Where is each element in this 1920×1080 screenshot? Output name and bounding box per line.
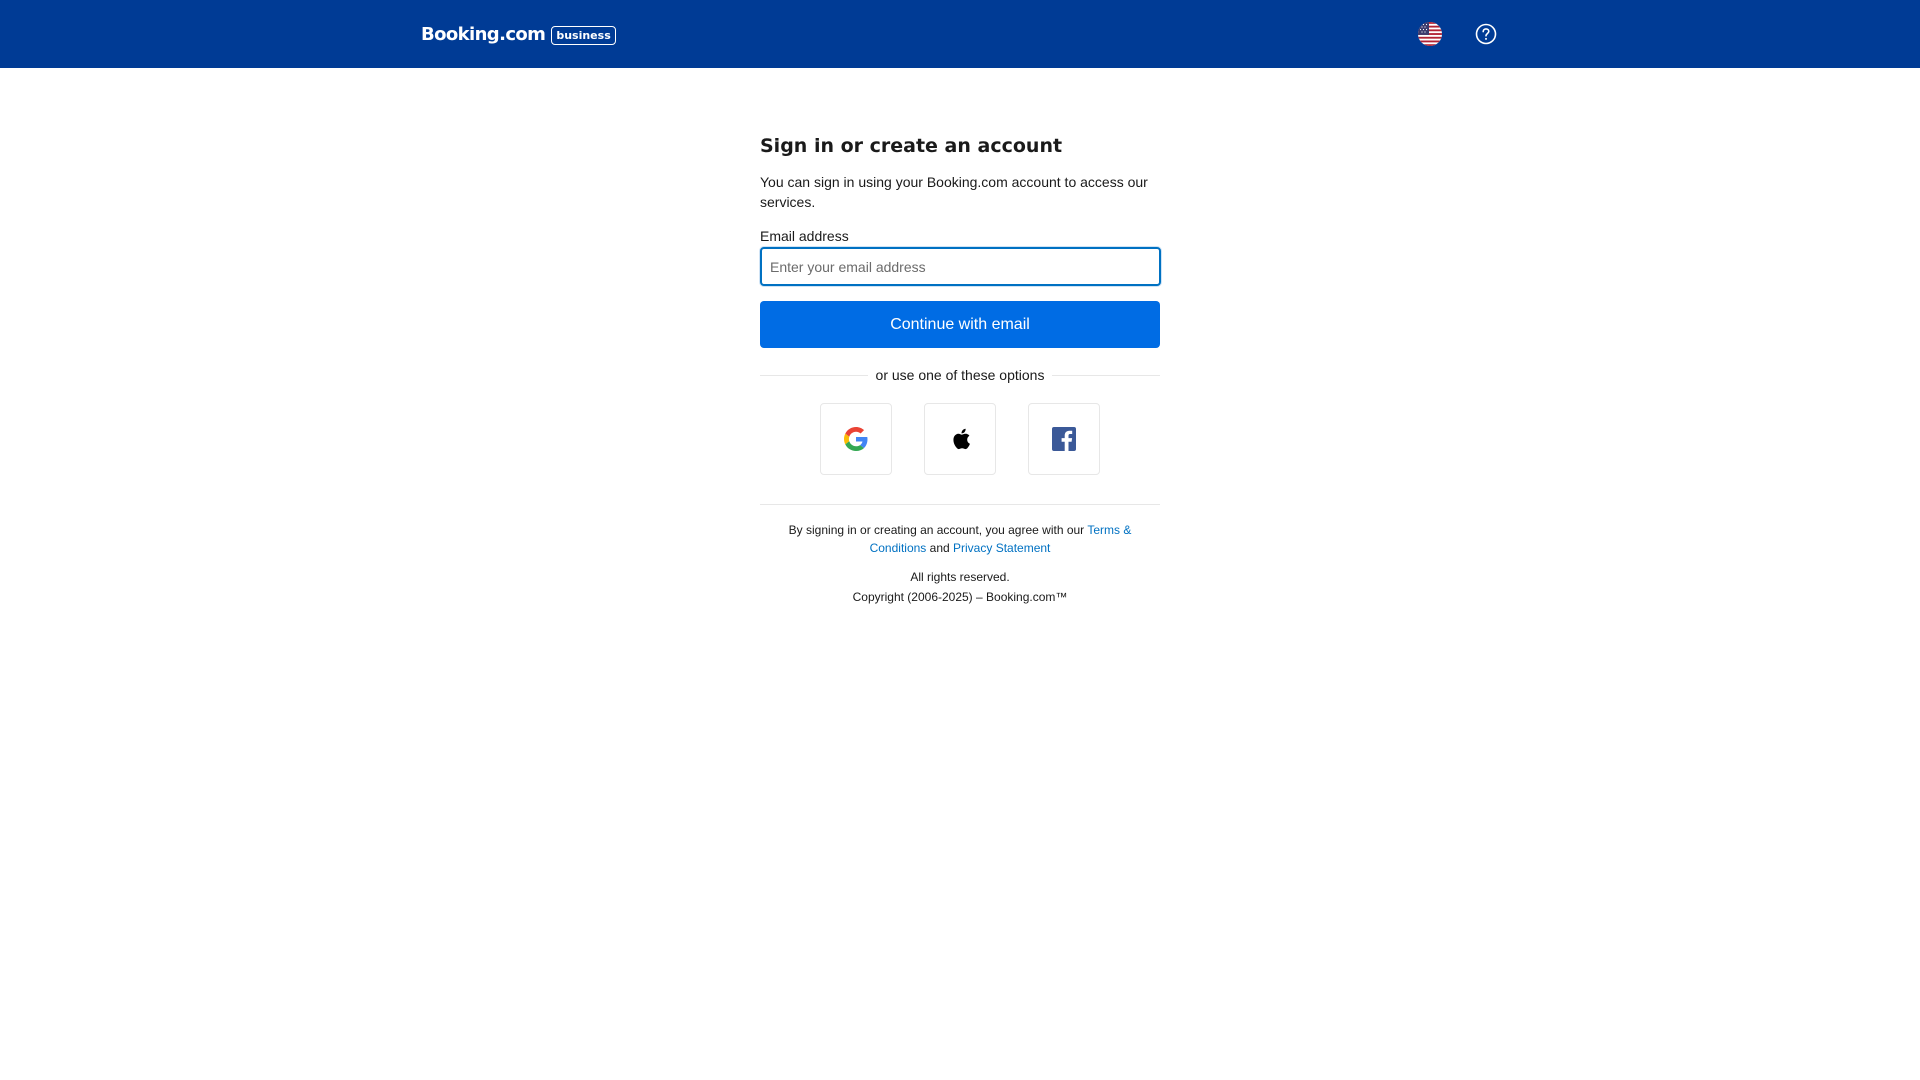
signin-description: You can sign in using your Booking.com a…: [760, 174, 1148, 210]
copyright-block: All rights reserved. Copyright (2006-202…: [760, 567, 1160, 607]
signin-panel: Sign in or create an account You can sig…: [760, 132, 1161, 607]
language-selector-button[interactable]: [1416, 20, 1444, 48]
google-icon: [844, 427, 868, 451]
google-signin-button[interactable]: [820, 403, 892, 475]
and-text: and: [929, 541, 950, 555]
email-field[interactable]: [760, 247, 1161, 286]
divider-line-left: [760, 374, 868, 376]
brand-name: Booking.com: [421, 24, 546, 45]
booking-business-logo[interactable]: Booking.com business: [421, 24, 616, 46]
rights-text: All rights reserved.: [910, 570, 1010, 584]
email-label: Email address: [760, 228, 849, 244]
facebook-icon: [1052, 427, 1076, 451]
divider-line-right: [1052, 374, 1160, 376]
business-badge: business: [551, 25, 616, 45]
privacy-statement-link[interactable]: Privacy Statement: [953, 541, 1050, 555]
help-button[interactable]: [1472, 20, 1500, 48]
social-signin-options: [760, 403, 1160, 475]
top-header: Booking.com business: [0, 0, 1920, 68]
agreement-text: By signing in or creating an account, yo…: [788, 523, 1085, 537]
legal-divider: [760, 504, 1160, 505]
page-title: Sign in or create an account: [760, 135, 1063, 157]
apple-signin-button[interactable]: [924, 403, 996, 475]
copyright-text: Copyright (2006-2025) – Booking.com™: [852, 590, 1068, 604]
legal-agreement: By signing in or creating an account, yo…: [760, 521, 1160, 557]
options-divider: or use one of these options: [760, 366, 1160, 384]
question-circle-icon: [1475, 23, 1497, 45]
divider-text: or use one of these options: [875, 367, 1045, 383]
facebook-signin-button[interactable]: [1028, 403, 1100, 475]
apple-icon: [953, 428, 970, 450]
continue-with-email-button[interactable]: Continue with email: [760, 301, 1160, 348]
us-flag-icon: [1418, 22, 1442, 46]
